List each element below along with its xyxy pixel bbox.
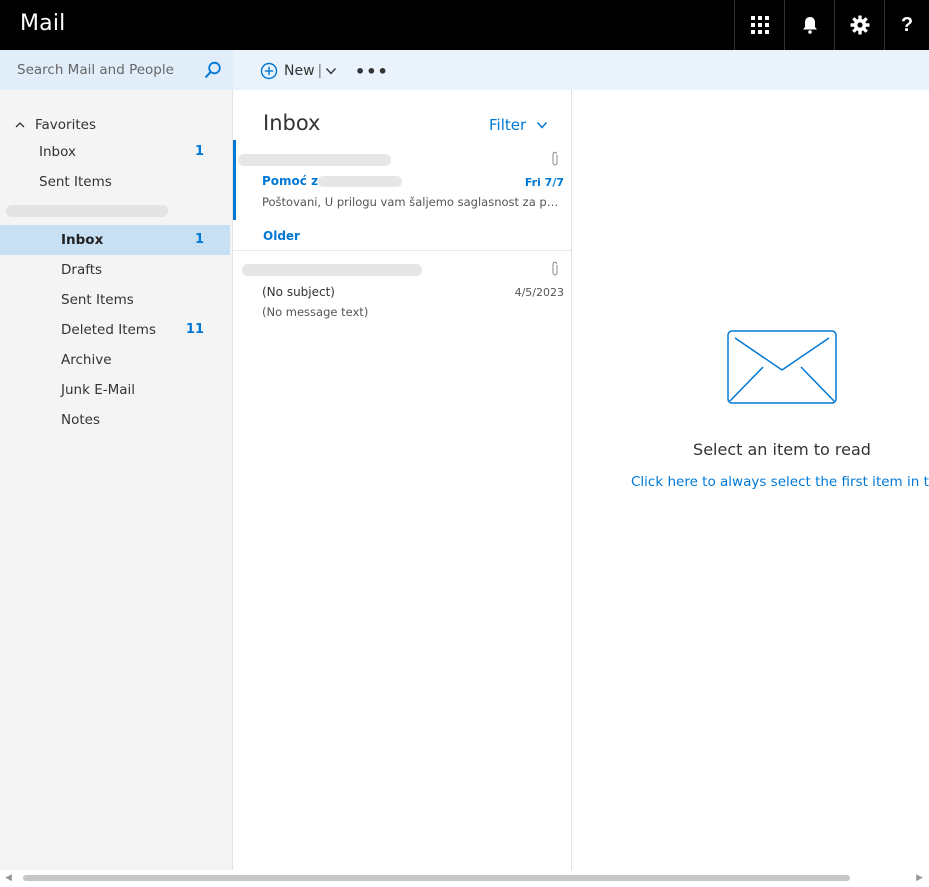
paperclip-icon [552,151,558,166]
paperclip-icon [552,261,558,276]
settings-button[interactable] [834,0,884,50]
folder-item-inbox[interactable]: Inbox 1 [0,225,230,255]
folder-item-archive[interactable]: Archive [0,345,230,375]
help-button[interactable]: ? [884,0,929,50]
message-subject: (No subject) [262,285,335,299]
favorites-label: Favorites [35,117,96,133]
folder-item-drafts[interactable]: Drafts [0,255,230,285]
favorite-item-label: Inbox [39,144,76,160]
scroll-right-icon[interactable]: ▶ [916,873,923,883]
sender-name-redacted [242,264,422,276]
message-preview: (No message text) [262,305,369,319]
folder-item-label: Inbox [61,232,104,248]
folder-item-notes[interactable]: Notes [0,405,230,435]
message-item[interactable]: Pomoć za Fri 7/7 Poštovani, U prilogu va… [233,140,571,220]
search-input[interactable] [0,50,200,90]
notifications-button[interactable] [784,0,834,50]
command-bar: New | ••• [233,50,929,90]
chevron-down-icon[interactable] [325,65,337,77]
favorite-item-inbox[interactable]: Inbox 1 [0,137,230,167]
app-launcher-icon [750,16,769,34]
new-button-separator: | [317,63,323,79]
envelope-icon [727,330,837,404]
plus-circle-icon [260,62,278,80]
folder-pane: Favorites Inbox 1 Sent Items Inbox 1 Dra… [0,90,233,870]
horizontal-scrollbar[interactable]: ◀ ▶ [0,870,929,887]
favorites-header[interactable]: Favorites [15,117,96,133]
folder-item-label: Junk E-Mail [61,382,136,398]
empty-reading-title: Select an item to read [693,440,871,459]
unread-count: 1 [194,144,204,159]
unread-count: 11 [185,322,204,337]
reading-pane: Select an item to read Click here to alw… [572,90,929,870]
new-message-button[interactable]: New | [260,60,337,82]
chevron-up-icon [15,122,25,128]
scroll-left-icon[interactable]: ◀ [5,873,12,883]
folder-item-label: Deleted Items [61,322,156,338]
search-box [0,50,233,90]
message-date: Fri 7/7 [524,176,564,189]
group-header-older[interactable]: Older [263,229,300,243]
folder-item-label: Archive [61,352,112,368]
favorite-item-label: Sent Items [39,174,112,190]
filter-button[interactable]: Filter [489,116,548,134]
help-icon: ? [900,13,914,36]
message-preview: Poštovani, U prilogu vam šaljemo saglasn… [262,195,559,209]
folder-item-label: Notes [61,412,100,428]
sender-name-redacted [238,154,391,166]
chevron-down-icon [537,121,548,129]
folder-item-sent-items[interactable]: Sent Items [0,285,230,315]
app-launcher-button[interactable] [734,0,784,50]
folder-item-junk-email[interactable]: Junk E-Mail [0,375,230,405]
favorite-item-sent-items[interactable]: Sent Items [0,167,230,197]
subject-redacted [318,176,402,187]
new-button-label: New [284,63,315,79]
folder-item-label: Sent Items [61,292,134,308]
message-item[interactable]: (No subject) 4/5/2023 (No message text) [233,250,571,330]
message-date: 4/5/2023 [514,286,564,299]
top-bar: Mail ? [0,0,929,50]
search-icon[interactable] [203,60,223,80]
folder-item-label: Drafts [61,262,103,278]
unread-count: 1 [194,232,204,247]
app-title[interactable]: Mail [20,11,66,36]
always-select-first-link[interactable]: Click here to always select the first it… [631,474,929,490]
more-actions-button[interactable]: ••• [355,62,389,81]
gear-icon [850,15,869,35]
folder-item-deleted-items[interactable]: Deleted Items 11 [0,315,230,345]
account-name-redacted[interactable] [6,205,168,217]
message-list: Inbox Filter Pomoć za Fri 7/7 Poštovani,… [233,90,572,870]
scrollbar-thumb[interactable] [23,875,850,881]
message-subject: Pomoć za [262,174,327,188]
list-title: Inbox [263,111,321,135]
filter-label: Filter [489,116,527,134]
bell-icon [802,17,817,34]
